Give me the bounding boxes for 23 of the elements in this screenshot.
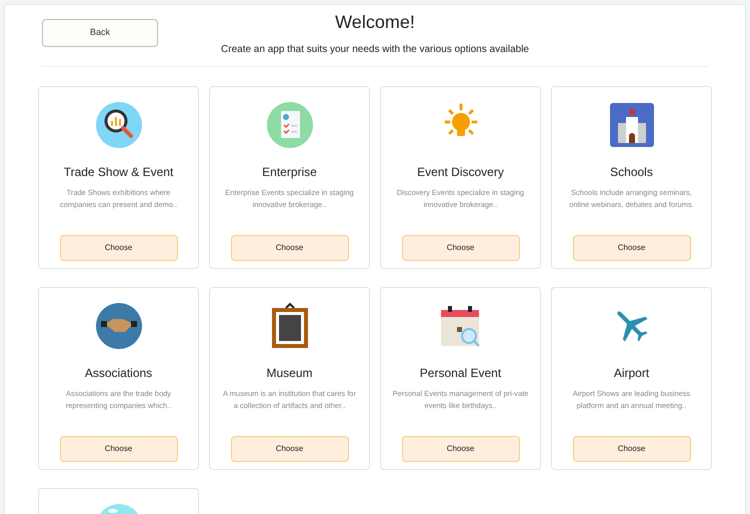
choose-button[interactable]: Choose <box>60 436 178 462</box>
card-title: Schools <box>610 164 653 181</box>
choose-button[interactable]: Choose <box>572 436 690 462</box>
choose-button[interactable]: Choose <box>230 436 348 462</box>
choose-button[interactable]: Choose <box>402 235 520 261</box>
card-title: Associations <box>84 365 152 382</box>
card-title: Event Discovery <box>417 164 504 181</box>
school-building-icon <box>608 101 656 149</box>
choose-button[interactable]: Choose <box>60 235 178 261</box>
choose-button[interactable]: Choose <box>230 235 348 261</box>
card-title: Trade Show & Event <box>64 164 174 181</box>
page-subtitle: Create an app that suits your needs with the various options available <box>221 43 529 57</box>
card-title: Airport <box>614 365 650 382</box>
page-title: Welcome! <box>335 11 415 34</box>
magnifier-chart-icon <box>94 101 142 149</box>
choose-button[interactable]: Choose <box>402 436 520 462</box>
handshake-icon <box>94 302 142 350</box>
card-title: Museum <box>266 365 312 382</box>
report-document-icon <box>266 101 314 149</box>
back-button[interactable]: Back <box>42 19 158 47</box>
card-title: Personal Event <box>420 365 502 382</box>
choose-button[interactable]: Choose <box>572 235 690 261</box>
card-title: Enterprise <box>262 164 317 181</box>
